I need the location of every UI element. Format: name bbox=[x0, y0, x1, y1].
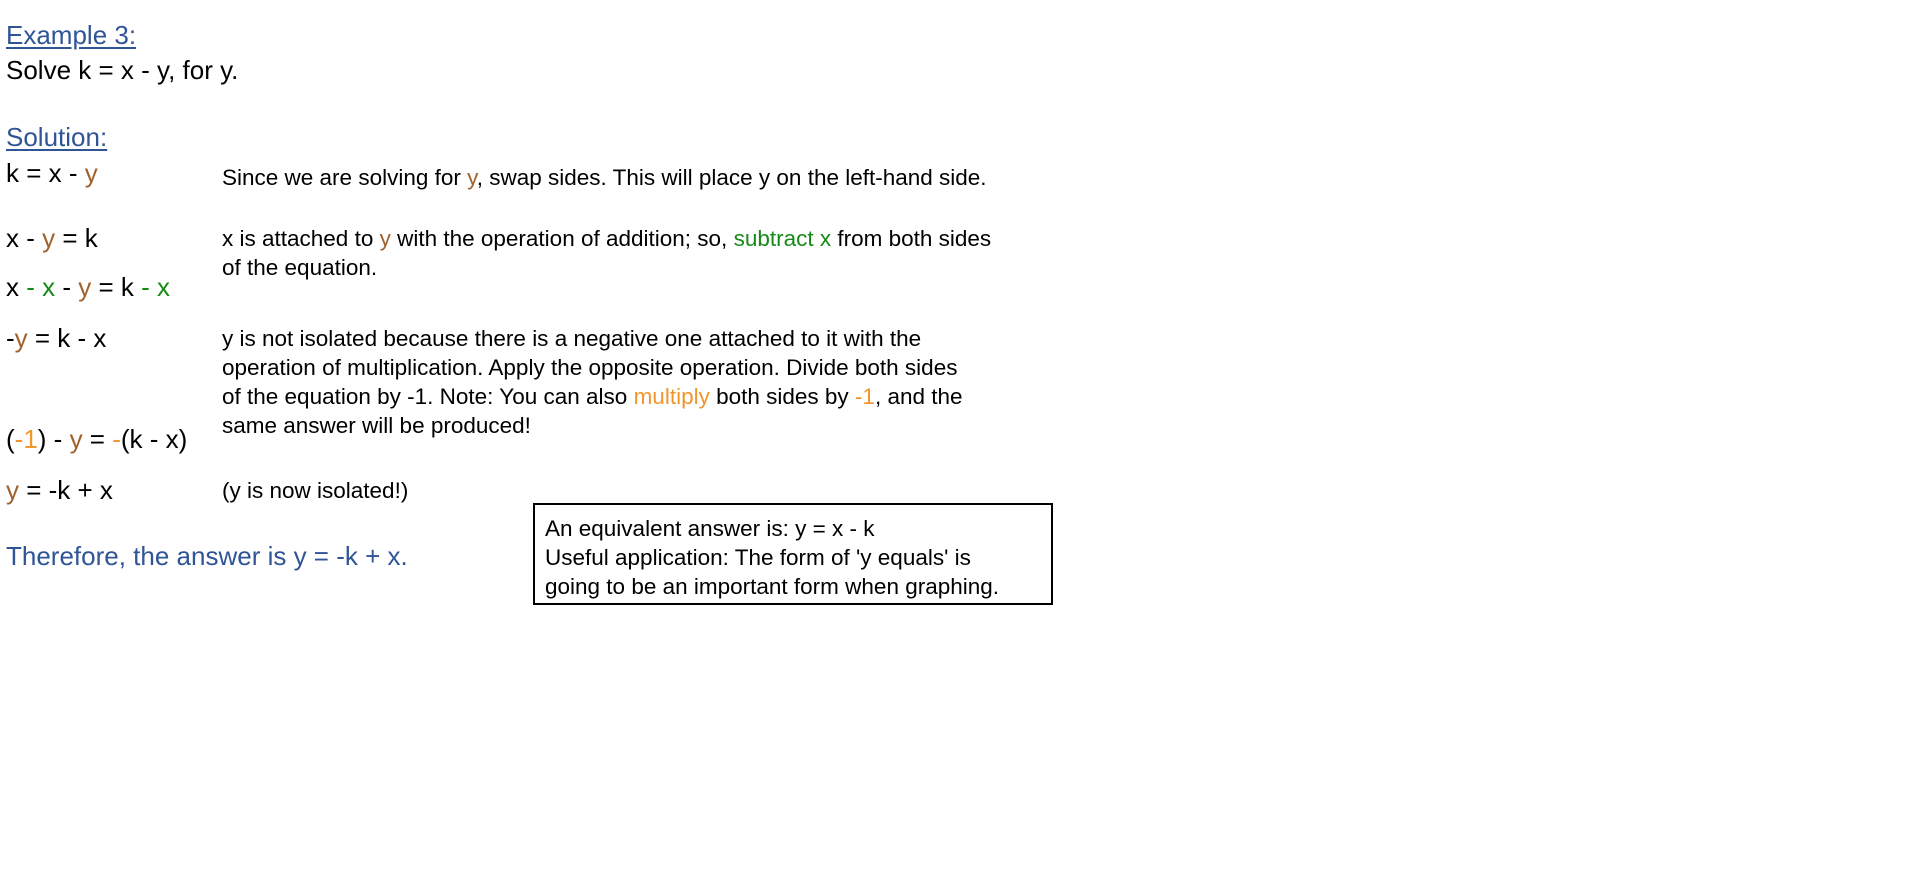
subtract-x-highlight: - x bbox=[141, 272, 170, 302]
negative-one-highlight: -1 bbox=[14, 424, 38, 454]
subtract-x-highlight: subtract x bbox=[733, 226, 832, 251]
explanation-text: , swap sides. This will place y on the l… bbox=[476, 165, 987, 190]
equation-text: ( bbox=[6, 424, 15, 454]
equation-text: = bbox=[82, 424, 113, 454]
explanation-text: x is attached to bbox=[222, 226, 380, 251]
explanation-text: of the equation by -1. Note: You can als… bbox=[222, 384, 634, 409]
callout-line: Useful application: The form of 'y equal… bbox=[545, 545, 971, 570]
variable-y: y bbox=[84, 158, 98, 188]
variable-y: y bbox=[6, 475, 19, 505]
variable-y: y bbox=[379, 226, 391, 251]
equation-text: x - bbox=[6, 223, 43, 253]
callout-line: going to be an important form when graph… bbox=[545, 574, 1000, 599]
equation-text: = k bbox=[55, 223, 98, 253]
explanation-text: , and the bbox=[874, 384, 963, 409]
equation-text: (k - x) bbox=[120, 424, 188, 454]
explanation-text: both sides by bbox=[709, 384, 855, 409]
equation-text: = k bbox=[91, 272, 142, 302]
explanation-text: same answer will be produced! bbox=[222, 413, 531, 438]
equation-text: x bbox=[6, 272, 27, 302]
subtract-x-highlight: - x bbox=[26, 272, 56, 302]
solution-heading: Solution: bbox=[6, 122, 108, 152]
explanation-text: with the operation of addition; so, bbox=[390, 226, 734, 251]
final-answer: Therefore, the answer is y = -k + x. bbox=[6, 541, 408, 571]
callout-box: An equivalent answer is: y = x - k Usefu… bbox=[533, 503, 1053, 605]
equation-step-6: y = -k + x bbox=[6, 475, 113, 506]
equation-step-1: k = x - y bbox=[6, 158, 98, 189]
variable-y: y bbox=[42, 223, 56, 253]
variable-y: y bbox=[69, 424, 83, 454]
explanation-text: operation of multiplication. Apply the o… bbox=[222, 355, 958, 380]
negative-one-highlight: - bbox=[112, 424, 121, 454]
equation-text: - bbox=[55, 272, 79, 302]
explanation-subtract: x is attached to y with the operation of… bbox=[222, 224, 991, 282]
equation-text: ) - bbox=[37, 424, 70, 454]
equation-text: = k - x bbox=[27, 323, 107, 353]
explanation-swap: Since we are solving for y, swap sides. … bbox=[222, 163, 987, 192]
explanation-text: from both sides bbox=[831, 226, 992, 251]
variable-y: y bbox=[78, 272, 92, 302]
equation-text: = -k + x bbox=[19, 475, 113, 505]
equation-step-2: x - y = k bbox=[6, 223, 98, 254]
negative-one-highlight: -1 bbox=[854, 384, 875, 409]
explanation-divide: y is not isolated because there is a neg… bbox=[222, 324, 963, 440]
equation-text: k = x - bbox=[6, 158, 85, 188]
problem-statement: Solve k = x - y, for y. bbox=[6, 55, 239, 85]
equation-step-4: -y = k - x bbox=[6, 323, 106, 354]
equation-step-5: (-1) - y = -(k - x) bbox=[6, 424, 187, 455]
example-heading: Example 3: bbox=[6, 20, 137, 50]
equation-text: - bbox=[6, 323, 15, 353]
explanation-text: of the equation. bbox=[222, 255, 378, 280]
equation-step-3: x - x - y = k - x bbox=[6, 272, 170, 303]
explanation-text: y is not isolated because there is a neg… bbox=[222, 326, 922, 351]
callout-line: An equivalent answer is: y = x - k bbox=[545, 516, 875, 541]
explanation-isolated: (y is now isolated!) bbox=[222, 478, 409, 503]
variable-y: y bbox=[14, 323, 28, 353]
variable-y: y bbox=[467, 165, 477, 190]
multiply-highlight: multiply bbox=[633, 384, 710, 409]
explanation-text: Since we are solving for bbox=[222, 165, 468, 190]
